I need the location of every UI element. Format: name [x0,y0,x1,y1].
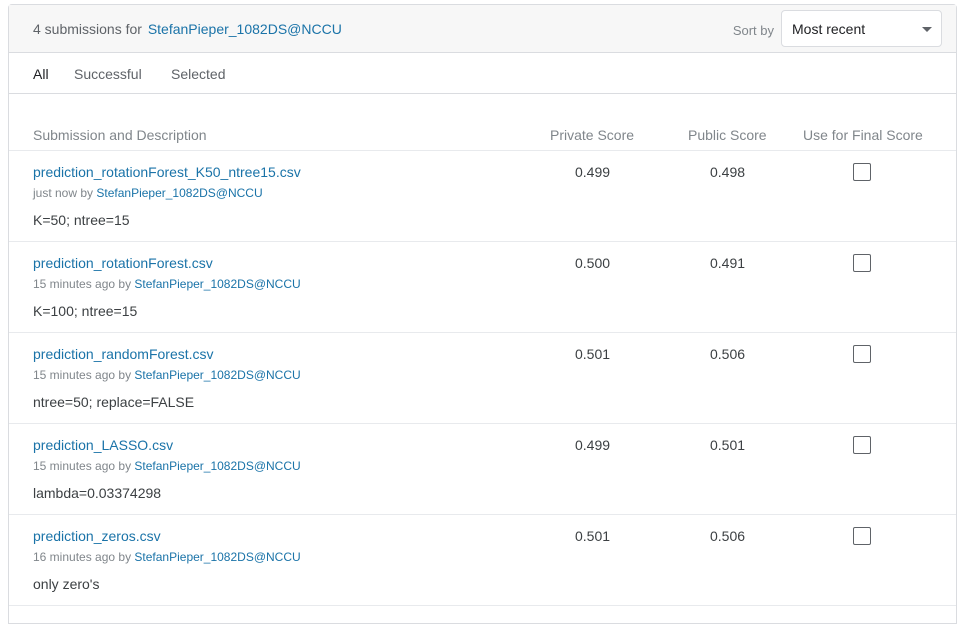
public-score: 0.506 [710,346,746,362]
final-score-checkbox[interactable] [853,527,871,545]
submission-description: lambda=0.03374298 [33,485,162,501]
submission-file-link[interactable]: prediction_randomForest.csv [33,346,214,362]
filter-tabs: All Successful Selected [9,53,956,94]
submission-file-link[interactable]: prediction_rotationForest_K50_ntree15.cs… [33,164,301,180]
submissions-title: 4 submissions for StefanPieper_1082DS@NC… [33,21,342,37]
submitter-link[interactable]: StefanPieper_1082DS@NCCU [134,550,300,564]
tab-successful[interactable]: Successful [74,66,142,82]
private-score: 0.501 [575,528,611,544]
submission-file-link[interactable]: prediction_zeros.csv [33,528,161,544]
sort-dropdown[interactable]: Most recent [781,10,942,47]
submission-meta: 15 minutes ago by StefanPieper_1082DS@NC… [33,368,301,382]
tab-all[interactable]: All [33,66,49,82]
final-score-checkbox[interactable] [853,436,871,454]
private-score: 0.501 [575,346,611,362]
sort-label: Sort by [732,23,774,38]
table-row: prediction_zeros.csv 16 minutes ago by S… [9,515,956,606]
submitter-link[interactable]: StefanPieper_1082DS@NCCU [134,459,300,473]
private-score: 0.499 [575,164,611,180]
column-header-private-score: Private Score [550,127,635,143]
submissions-header: 4 submissions for StefanPieper_1082DS@NC… [9,5,956,53]
public-score: 0.498 [710,164,746,180]
final-score-checkbox[interactable] [853,345,871,363]
submission-count: 4 submissions for [33,21,142,37]
submission-time: 15 minutes ago by [33,368,132,382]
submission-time: 15 minutes ago by [33,459,132,473]
submission-time: 15 minutes ago by [33,277,132,291]
table-row: prediction_randomForest.csv 15 minutes a… [9,333,956,424]
submitter-link[interactable]: StefanPieper_1082DS@NCCU [134,368,300,382]
column-header-description: Submission and Description [33,127,207,143]
submission-meta: just now by StefanPieper_1082DS@NCCU [33,186,263,200]
public-score: 0.501 [710,437,746,453]
table-row: prediction_LASSO.csv 15 minutes ago by S… [9,424,956,515]
submission-time: 16 minutes ago by [33,550,132,564]
submission-file-link[interactable]: prediction_rotationForest.csv [33,255,213,271]
table-row: prediction_rotationForest_K50_ntree15.cs… [9,151,956,242]
submission-description: K=100; ntree=15 [33,303,138,319]
private-score: 0.500 [575,255,611,271]
table-row: prediction_rotationForest.csv 15 minutes… [9,242,956,333]
submissions-panel: 4 submissions for StefanPieper_1082DS@NC… [8,4,957,624]
submitter-link[interactable]: StefanPieper_1082DS@NCCU [96,186,262,200]
submission-list: prediction_rotationForest_K50_ntree15.cs… [9,151,956,606]
submission-meta: 16 minutes ago by StefanPieper_1082DS@NC… [33,550,301,564]
user-link[interactable]: StefanPieper_1082DS@NCCU [148,21,342,37]
submitter-link[interactable]: StefanPieper_1082DS@NCCU [134,277,300,291]
table-header: Submission and Description Private Score… [9,94,956,151]
submission-time: just now by [33,186,94,200]
final-score-checkbox[interactable] [853,163,871,181]
submission-file-link[interactable]: prediction_LASSO.csv [33,437,173,453]
final-score-checkbox[interactable] [853,254,871,272]
submission-description: only zero's [33,576,100,592]
submission-description: K=50; ntree=15 [33,212,130,228]
submission-meta: 15 minutes ago by StefanPieper_1082DS@NC… [33,277,301,291]
public-score: 0.506 [710,528,746,544]
submission-meta: 15 minutes ago by StefanPieper_1082DS@NC… [33,459,301,473]
public-score: 0.491 [710,255,746,271]
chevron-down-icon [922,27,932,32]
sort-value: Most recent [792,21,866,37]
column-header-final-score: Use for Final Score [803,127,923,143]
tab-selected[interactable]: Selected [171,66,225,82]
submission-description: ntree=50; replace=FALSE [33,394,195,410]
private-score: 0.499 [575,437,611,453]
column-header-public-score: Public Score [688,127,767,143]
